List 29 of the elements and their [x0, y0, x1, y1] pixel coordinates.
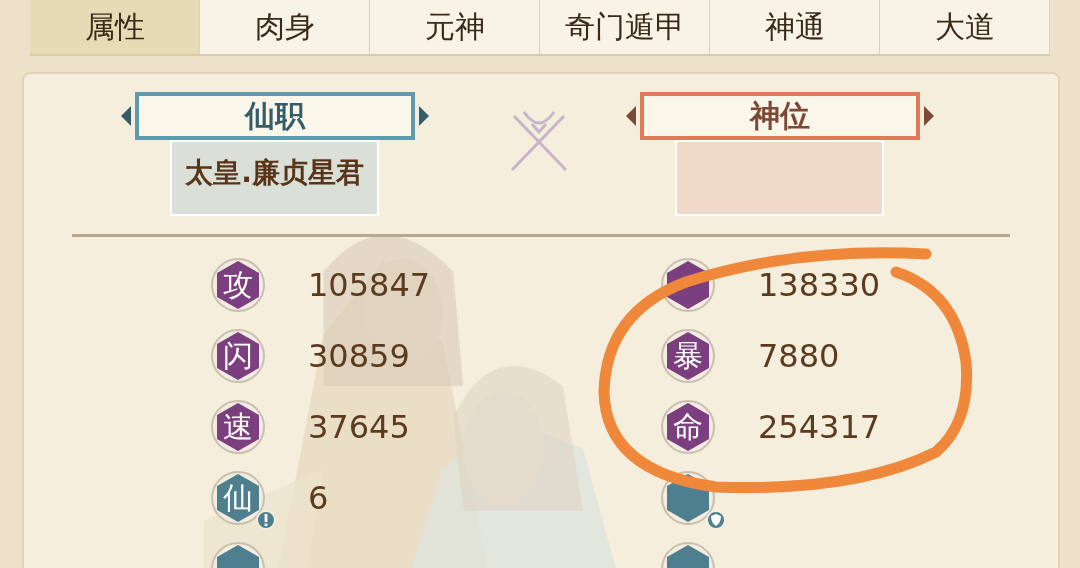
stat-badge-icon [660, 327, 716, 384]
stat-badge-icon [210, 327, 266, 384]
title-value: 太皇.廉贞星君 [185, 155, 364, 191]
tab[interactable]: 属性 [30, 0, 200, 54]
caret-icon [418, 106, 429, 126]
caret-icon [625, 106, 636, 126]
stat-label: 闪 [223, 338, 253, 373]
stat-label: 仙 [223, 480, 253, 515]
stat-badge-icon [210, 398, 266, 455]
stat-badge-icon [210, 256, 266, 313]
stat-value: 30859 [308, 336, 410, 375]
stat-label: 暴 [673, 338, 703, 373]
caret-icon [923, 106, 934, 126]
stat-value: 254317 [758, 407, 881, 446]
stat-badge-icon [210, 469, 266, 526]
stat-value: 138330 [758, 265, 881, 304]
stat-value: 37645 [308, 407, 410, 446]
stat-badge-icon [660, 256, 716, 313]
title-banner: 神位 [639, 92, 920, 140]
stat-badge-icon [660, 469, 716, 526]
stat-value: 7880 [758, 336, 840, 375]
stat-label: 命 [673, 409, 703, 444]
title-banner: 仙职 [134, 92, 415, 140]
stat-label: 速 [223, 409, 253, 444]
stat-label: 攻 [223, 267, 253, 302]
stat-value: 6 [308, 478, 329, 517]
caret-icon [120, 106, 131, 126]
stat-badge-icon [660, 398, 716, 455]
stat-value: 105847 [308, 265, 431, 304]
